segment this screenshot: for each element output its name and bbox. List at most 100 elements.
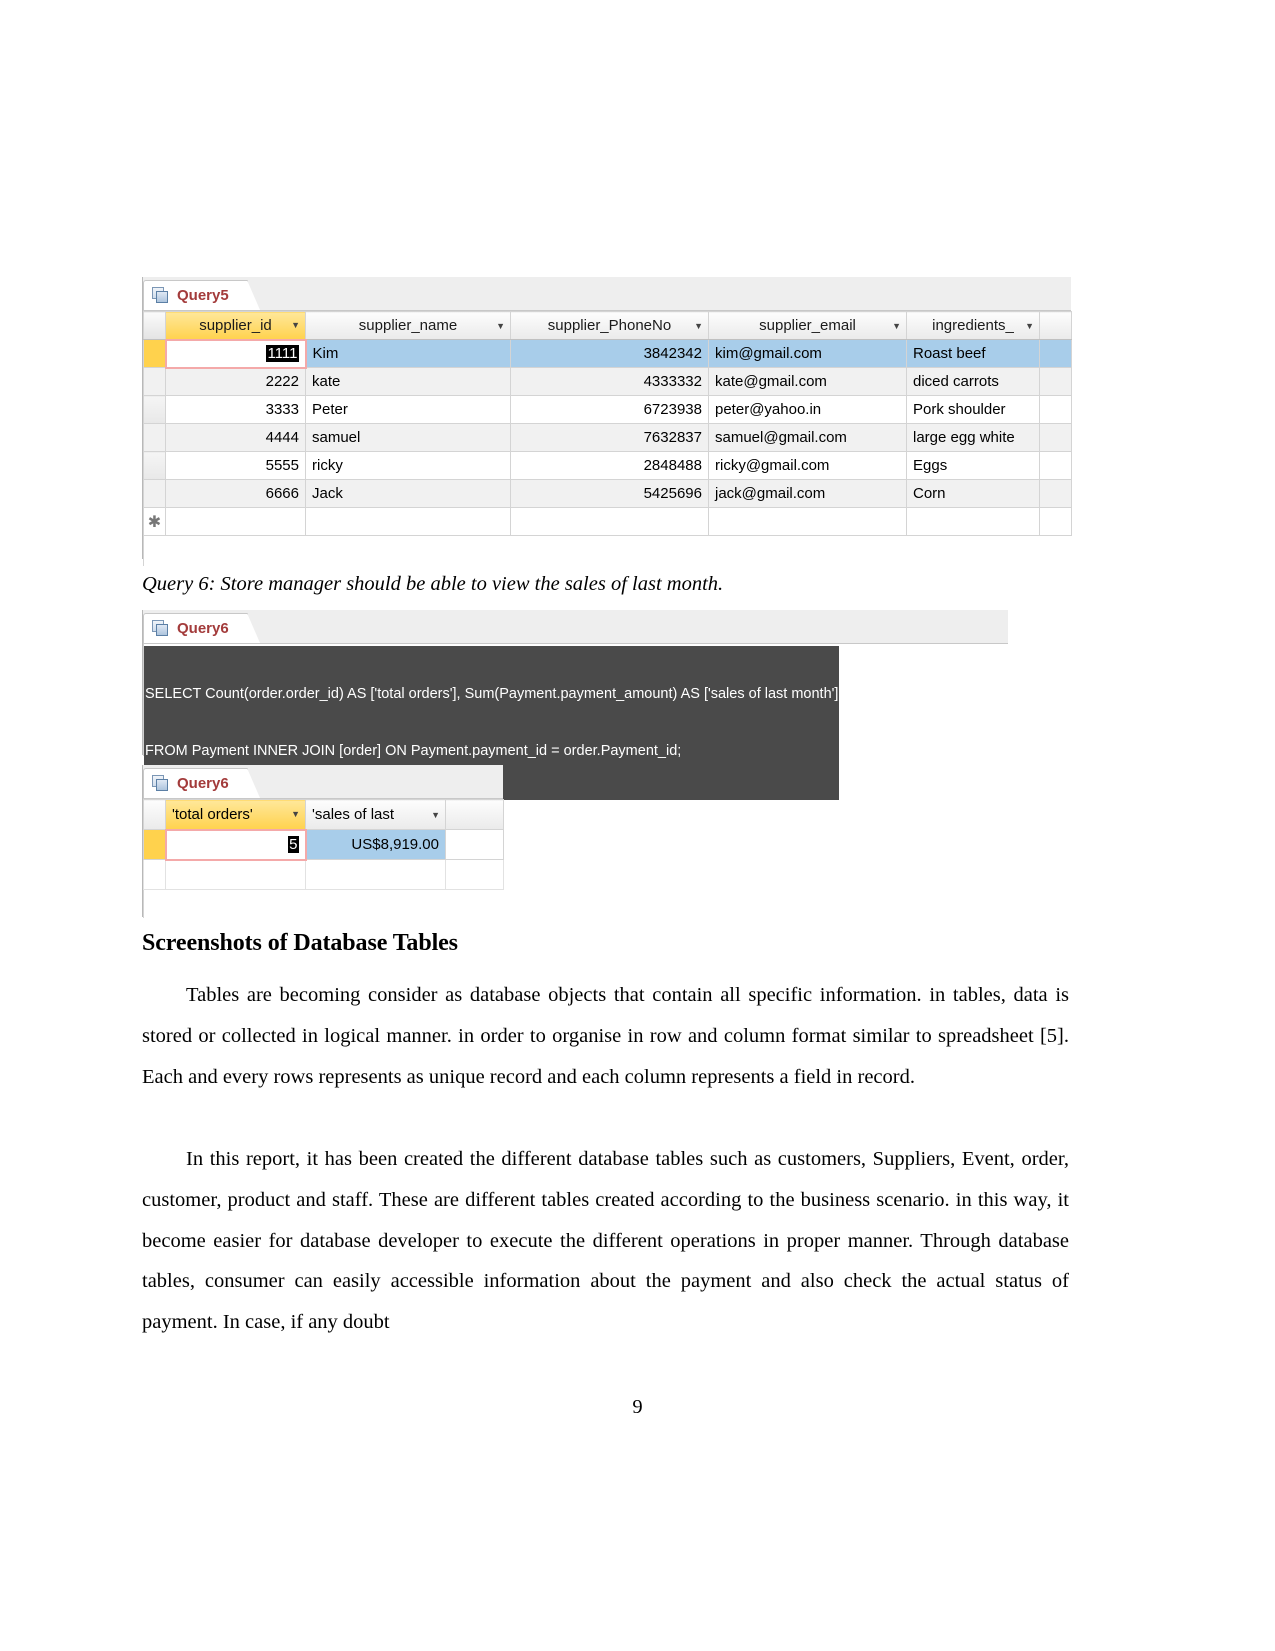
cell-supplier-phoneno[interactable]: 5425696 bbox=[510, 479, 709, 508]
cell-supplier-name[interactable]: Jack bbox=[305, 479, 511, 508]
column-header-filler bbox=[1039, 311, 1072, 340]
chevron-down-icon[interactable]: ▼ bbox=[291, 809, 300, 819]
row-selector[interactable] bbox=[143, 479, 166, 508]
row-selector[interactable] bbox=[143, 339, 166, 368]
cell-supplier-email[interactable]: samuel@gmail.com bbox=[708, 423, 907, 452]
cell-supplier-id[interactable]: 4444 bbox=[165, 423, 306, 452]
cell-supplier-name[interactable]: Kim bbox=[305, 339, 511, 368]
cell-supplier-name[interactable]: samuel bbox=[305, 423, 511, 452]
result-empty-area bbox=[143, 890, 503, 918]
cell-empty-sales bbox=[305, 859, 446, 890]
column-header-supplier-name[interactable]: supplier_name ▼ bbox=[305, 311, 511, 340]
select-all-corner[interactable] bbox=[143, 311, 166, 340]
cell-supplier-id[interactable]: 2222 bbox=[165, 367, 306, 396]
empty-row bbox=[143, 859, 504, 890]
query6-sql-view-window: Query6 SELECT Count(order.order_id) AS [… bbox=[142, 610, 1008, 800]
chevron-down-icon[interactable]: ▼ bbox=[291, 320, 300, 330]
select-all-corner[interactable] bbox=[143, 799, 166, 830]
cell-supplier-phoneno[interactable]: 6723938 bbox=[510, 395, 709, 424]
cell-supplier-id[interactable]: 1111 bbox=[164, 338, 307, 369]
cell-supplier-id-new[interactable] bbox=[165, 507, 306, 536]
cell-supplier-name[interactable]: Peter bbox=[305, 395, 511, 424]
cell-supplier-email[interactable]: jack@gmail.com bbox=[708, 479, 907, 508]
cell-supplier-name[interactable]: kate bbox=[305, 367, 511, 396]
chevron-down-icon[interactable]: ▼ bbox=[892, 321, 901, 331]
row-filler bbox=[445, 859, 504, 890]
chevron-down-icon[interactable]: ▼ bbox=[1025, 321, 1034, 331]
query5-datasheet-window: Query5 supplier_id ▼ supplier_name ▼ sup… bbox=[142, 277, 1072, 566]
cell-sales-of-last-month[interactable]: US$8,919.00 bbox=[305, 829, 446, 860]
tab-query5[interactable]: Query5 bbox=[143, 280, 260, 310]
cell-ingredients-new[interactable] bbox=[906, 507, 1040, 536]
page-number: 9 bbox=[632, 1396, 643, 1418]
column-header-ingredients[interactable]: ingredients_ ▼ bbox=[906, 311, 1040, 340]
table-row[interactable]: 5555 ricky 2848488 ricky@gmail.com Eggs bbox=[143, 451, 1072, 480]
chevron-down-icon[interactable]: ▼ bbox=[496, 321, 505, 331]
cell-supplier-id[interactable]: 6666 bbox=[165, 479, 306, 508]
query6-result-window: Query6 'total orders' ▼ 'sales of last ▼… bbox=[142, 765, 504, 918]
table-row[interactable]: 3333 Peter 6723938 peter@yahoo.in Pork s… bbox=[143, 395, 1072, 424]
cell-supplier-name-new[interactable] bbox=[305, 507, 511, 536]
cell-supplier-id[interactable]: 3333 bbox=[165, 395, 306, 424]
column-header-total-orders[interactable]: 'total orders' ▼ bbox=[165, 799, 306, 830]
table-row[interactable]: 2222 kate 4333332 kate@gmail.com diced c… bbox=[143, 367, 1072, 396]
cell-ingredients[interactable]: Corn bbox=[906, 479, 1040, 508]
cell-total-orders[interactable]: 5 bbox=[164, 828, 307, 861]
row-filler bbox=[1039, 479, 1072, 508]
cell-supplier-email[interactable]: peter@yahoo.in bbox=[708, 395, 907, 424]
sql-editor-area[interactable]: SELECT Count(order.order_id) AS ['total … bbox=[143, 644, 1008, 800]
tab-query6[interactable]: Query6 bbox=[143, 768, 260, 798]
cell-supplier-phoneno-new[interactable] bbox=[510, 507, 709, 536]
table-row[interactable]: 4444 samuel 7632837 samuel@gmail.com lar… bbox=[143, 423, 1072, 452]
cell-ingredients[interactable]: large egg white bbox=[906, 423, 1040, 452]
datasheet-icon bbox=[152, 620, 170, 637]
query6-result-grid[interactable]: 'total orders' ▼ 'sales of last ▼ 5 US$8… bbox=[143, 799, 504, 890]
row-selector-empty bbox=[143, 859, 166, 890]
paragraph-2: In this report, it has been created the … bbox=[142, 1148, 1069, 1334]
row-selector[interactable] bbox=[143, 829, 166, 860]
cell-ingredients[interactable]: Eggs bbox=[906, 451, 1040, 480]
row-selector[interactable] bbox=[143, 367, 166, 396]
chevron-down-icon[interactable]: ▼ bbox=[431, 810, 440, 820]
sql-line-select: SELECT Count(order.order_id) AS ['total … bbox=[145, 686, 839, 702]
cell-supplier-id[interactable]: 5555 bbox=[165, 451, 306, 480]
cell-supplier-email[interactable]: kim@gmail.com bbox=[708, 339, 907, 368]
row-selector[interactable] bbox=[143, 395, 166, 424]
cell-supplier-name[interactable]: ricky bbox=[305, 451, 511, 480]
cell-supplier-phoneno[interactable]: 7632837 bbox=[510, 423, 709, 452]
datasheet-empty-area bbox=[143, 536, 1071, 566]
cell-supplier-phoneno[interactable]: 4333332 bbox=[510, 367, 709, 396]
new-record-icon[interactable]: ✱ bbox=[143, 507, 166, 536]
cell-supplier-phoneno[interactable]: 3842342 bbox=[510, 339, 709, 368]
table-row[interactable]: 6666 Jack 5425696 jack@gmail.com Corn bbox=[143, 479, 1072, 508]
cell-supplier-phoneno[interactable]: 2848488 bbox=[510, 451, 709, 480]
column-header-row: 'total orders' ▼ 'sales of last ▼ bbox=[143, 799, 504, 830]
row-filler bbox=[445, 829, 504, 860]
column-header-supplier-phoneno[interactable]: supplier_PhoneNo ▼ bbox=[510, 311, 709, 340]
row-selector[interactable] bbox=[143, 451, 166, 480]
section-heading: Screenshots of Database Tables bbox=[142, 930, 458, 956]
cell-empty-total-orders bbox=[165, 859, 306, 890]
table-row[interactable]: 5 US$8,919.00 bbox=[143, 828, 504, 861]
column-header-sales-of-last-month[interactable]: 'sales of last ▼ bbox=[305, 799, 446, 830]
chevron-down-icon[interactable]: ▼ bbox=[694, 321, 703, 331]
cell-ingredients[interactable]: Pork shoulder bbox=[906, 395, 1040, 424]
document-page: Query5 supplier_id ▼ supplier_name ▼ sup… bbox=[0, 0, 1275, 1651]
cell-supplier-email[interactable]: ricky@gmail.com bbox=[708, 451, 907, 480]
query6-tab-strip: Query6 bbox=[143, 765, 503, 799]
table-row[interactable]: 1111 Kim 3842342 kim@gmail.com Roast bee… bbox=[143, 338, 1072, 369]
row-selector[interactable] bbox=[143, 423, 166, 452]
new-record-row[interactable]: ✱ bbox=[143, 507, 1072, 536]
cell-ingredients[interactable]: Roast beef bbox=[906, 339, 1040, 368]
row-filler bbox=[1039, 395, 1072, 424]
tab-label: Query6 bbox=[177, 620, 229, 637]
tab-label: Query5 bbox=[177, 287, 229, 304]
cell-ingredients[interactable]: diced carrots bbox=[906, 367, 1040, 396]
cell-supplier-email-new[interactable] bbox=[708, 507, 907, 536]
tab-query6-sql[interactable]: Query6 bbox=[143, 613, 260, 643]
cell-supplier-email[interactable]: kate@gmail.com bbox=[708, 367, 907, 396]
row-filler bbox=[1039, 339, 1072, 368]
column-header-supplier-email[interactable]: supplier_email ▼ bbox=[708, 311, 907, 340]
query5-datasheet-grid[interactable]: supplier_id ▼ supplier_name ▼ supplier_P… bbox=[143, 311, 1072, 536]
column-header-supplier-id[interactable]: supplier_id ▼ bbox=[165, 311, 306, 340]
